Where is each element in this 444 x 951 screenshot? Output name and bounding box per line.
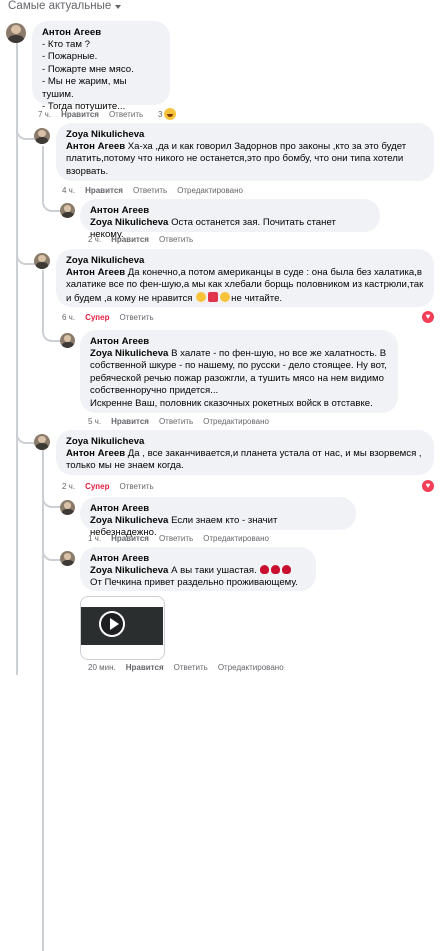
rose-emoji-icon xyxy=(282,565,292,574)
comment-actions: 6 ч. Супер Ответить xyxy=(62,313,154,322)
comment-author[interactable]: Антон Агеев xyxy=(90,553,306,565)
reaction-summary[interactable]: 3 xyxy=(158,108,177,120)
thread-line-main xyxy=(16,42,18,675)
mention-link[interactable]: Zoya Nikulicheva xyxy=(90,515,168,526)
avatar[interactable] xyxy=(60,203,75,218)
comment-text-tail: не читайте. xyxy=(231,292,283,304)
reaction-count: 3 xyxy=(158,109,163,119)
comment-bubble: Антон Агеев Zoya Nikulicheva В халате - … xyxy=(80,330,398,413)
reply-button[interactable]: Ответить xyxy=(133,186,167,195)
rose-emoji-icon xyxy=(271,565,281,574)
comment-actions: 5 ч. Нравится Ответить Отредактировано xyxy=(88,417,269,426)
reply-button[interactable]: Ответить xyxy=(159,534,193,543)
mention-link[interactable]: Zoya Nikulicheva xyxy=(90,348,168,359)
mention-link[interactable]: Антон Агеев xyxy=(66,141,125,152)
comment-time[interactable]: 5 ч. xyxy=(88,417,101,426)
comment-text-line2: От Печкина привет раздельно проживающему… xyxy=(90,577,298,589)
super-reaction-button[interactable]: Супер xyxy=(85,313,109,322)
comment-author[interactable]: Zoya Nikulicheva xyxy=(66,436,424,448)
comment-bubble: Zoya Nikulicheva Антон Агеев Ха-ха ,да и… xyxy=(56,123,434,181)
comment-bubble: Антон Агеев - Кто там ? - Пожарные. - По… xyxy=(32,21,170,112)
hundred-emoji-icon xyxy=(208,291,219,302)
comment-time[interactable]: 2 ч. xyxy=(62,482,75,491)
reply-button[interactable]: Ответить xyxy=(119,482,153,491)
thread-line-reply xyxy=(42,448,44,951)
comment-time[interactable]: 6 ч. xyxy=(62,313,75,322)
comment-author[interactable]: Zoya Nikulicheva xyxy=(66,129,424,141)
comment-line: - Кто там ? xyxy=(42,39,90,50)
comment-time[interactable]: 2 ч. xyxy=(88,235,101,244)
comment-author[interactable]: Антон Агеев xyxy=(90,503,346,515)
like-button[interactable]: Нравится xyxy=(126,663,164,672)
comment-actions: 2 ч. Нравится Ответить xyxy=(88,235,193,244)
like-button[interactable]: Нравится xyxy=(111,534,149,543)
rose-emoji-icon xyxy=(260,565,270,574)
chevron-down-icon xyxy=(115,5,122,9)
comment-time[interactable]: 1 ч. xyxy=(88,534,101,543)
like-button[interactable]: Нравится xyxy=(111,235,149,244)
smile-emoji-icon xyxy=(196,291,207,302)
edited-label[interactable]: Отредактировано xyxy=(177,186,243,195)
comment-actions: 4 ч. Нравится Ответить Отредактировано xyxy=(62,186,243,195)
comment-bubble: Zoya Nikulicheva Антон Агеев Да , все за… xyxy=(56,430,434,475)
edited-label[interactable]: Отредактировано xyxy=(203,417,269,426)
comment-author[interactable]: Zoya Nikulicheva xyxy=(66,255,424,267)
play-icon[interactable] xyxy=(99,611,125,637)
avatar[interactable] xyxy=(34,128,50,144)
comment-bubble: Антон Агеев Zoya Nikulicheva А вы таки у… xyxy=(80,547,316,591)
like-button[interactable]: Нравится xyxy=(61,110,99,119)
comment-time[interactable]: 4 ч. xyxy=(62,186,75,195)
comment-author[interactable]: Антон Агеев xyxy=(42,27,160,39)
super-reaction-button[interactable]: Супер xyxy=(85,482,109,491)
sort-dropdown[interactable]: Самые актуальные xyxy=(8,0,122,12)
comment-bubble: Антон Агеев Zoya Nikulicheva Если знаем … xyxy=(80,497,356,538)
comment-actions: 1 ч. Нравится Ответить Отредактировано xyxy=(88,534,269,543)
avatar[interactable] xyxy=(34,253,50,269)
video-attachment[interactable] xyxy=(80,596,165,660)
reply-button[interactable]: Ответить xyxy=(159,417,193,426)
thread-line-reply xyxy=(42,146,44,198)
comment-actions: 7 ч. Нравится Ответить xyxy=(38,110,143,119)
comment-author[interactable]: Антон Агеев xyxy=(90,205,370,217)
edited-label[interactable]: Отредактировано xyxy=(218,663,284,672)
love-reaction-icon[interactable]: ♥ xyxy=(422,480,434,492)
comment-time[interactable]: 7 ч. xyxy=(38,110,51,119)
reply-button[interactable]: Ответить xyxy=(109,110,143,119)
like-button[interactable]: Нравится xyxy=(111,417,149,426)
comment-text: А вы таки ушастая. xyxy=(171,565,257,576)
mention-link[interactable]: Антон Агеев xyxy=(66,448,125,459)
comment-time[interactable]: 20 мин. xyxy=(88,663,116,672)
thread-line-reply xyxy=(42,270,44,328)
edited-label[interactable]: Отредактировано xyxy=(203,534,269,543)
reply-button[interactable]: Ответить xyxy=(159,235,193,244)
comment-actions: 20 мин. Нравится Ответить Отредактирован… xyxy=(88,663,284,672)
comment-bubble: Антон Агеев Zoya Nikulicheva Оста остане… xyxy=(80,199,380,240)
comment-signature: Искренне Ваш, половник сказочных рокетны… xyxy=(90,397,373,409)
haha-reaction-icon xyxy=(164,108,177,120)
comment-line: - Пожарте мне мясо. xyxy=(42,63,134,75)
comment-bubble: Zoya Nikulicheva Антон Агеев Да конечно,… xyxy=(56,249,434,307)
avatar[interactable] xyxy=(60,500,75,515)
mention-link[interactable]: Zoya Nikulicheva xyxy=(90,217,168,228)
mention-link[interactable]: Антон Агеев xyxy=(66,267,125,278)
avatar[interactable] xyxy=(6,23,26,43)
mention-link[interactable]: Zoya Nikulicheva xyxy=(90,565,168,576)
avatar[interactable] xyxy=(60,551,75,566)
comment-author[interactable]: Антон Агеев xyxy=(90,336,388,348)
comment-line: - Пожарные. xyxy=(42,51,98,63)
like-button[interactable]: Нравится xyxy=(85,186,123,195)
avatar[interactable] xyxy=(60,333,75,348)
avatar[interactable] xyxy=(34,434,50,450)
reply-button[interactable]: Ответить xyxy=(174,663,208,672)
comment-actions: 2 ч. Супер Ответить xyxy=(62,482,154,491)
reply-button[interactable]: Ответить xyxy=(119,313,153,322)
comment-line: - Мы не жарим, мы тушим. xyxy=(42,76,127,100)
smile-emoji-icon xyxy=(220,291,231,302)
love-reaction-icon[interactable]: ♥ xyxy=(422,311,434,323)
sort-label: Самые актуальные xyxy=(8,0,112,12)
